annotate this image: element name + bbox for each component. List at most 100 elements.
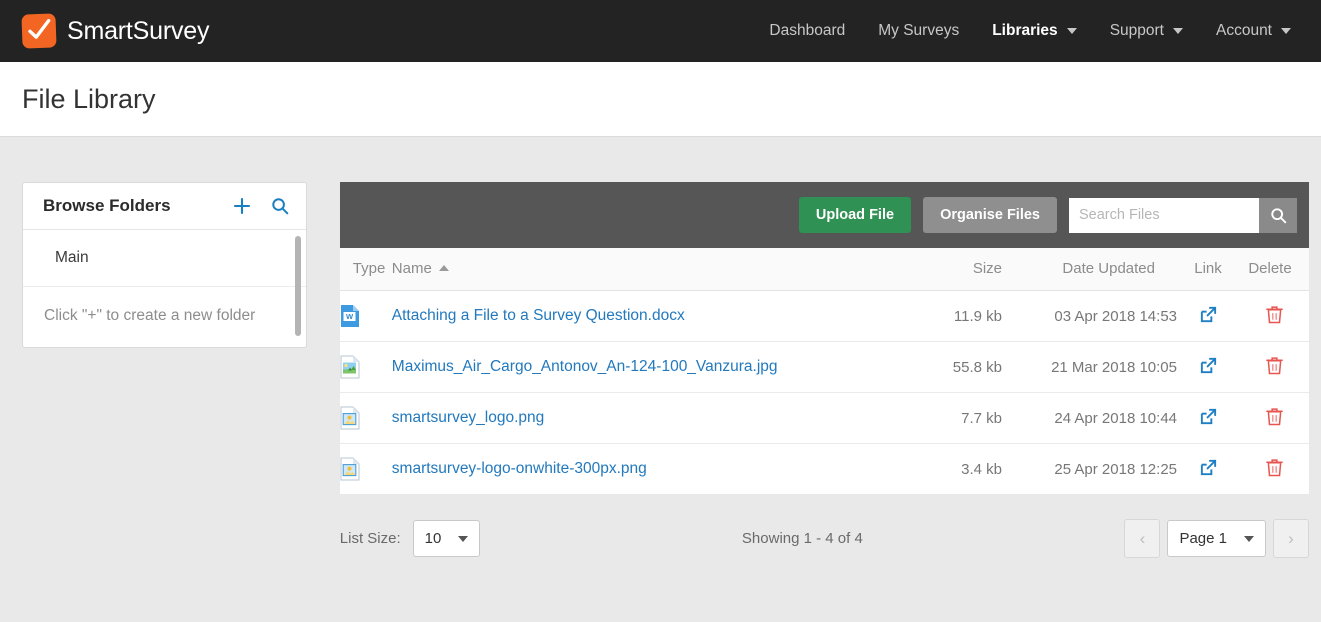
search-files-input[interactable] — [1069, 198, 1259, 233]
next-page-button[interactable]: › — [1273, 519, 1309, 558]
chevron-down-icon — [1281, 28, 1291, 34]
file-type-cell: W — [340, 291, 392, 342]
files-card: Upload File Organise Files Type Name — [340, 182, 1309, 558]
trash-icon[interactable] — [1266, 458, 1283, 477]
top-navigation-bar: SmartSurvey Dashboard My Surveys Librari… — [0, 0, 1321, 62]
nav-item-libraries[interactable]: Libraries — [992, 22, 1076, 40]
page-select[interactable]: Page 1 — [1167, 520, 1266, 557]
browse-folders-title: Browse Folders — [43, 196, 171, 216]
list-size-select[interactable]: 10 — [413, 520, 481, 557]
chevron-down-icon — [458, 536, 468, 542]
upload-file-button[interactable]: Upload File — [799, 197, 911, 233]
trash-icon[interactable] — [1266, 356, 1283, 375]
page-content: Browse Folders Main Click "+" — [0, 137, 1321, 558]
nav-item-dashboard[interactable]: Dashboard — [769, 22, 845, 40]
page-value: Page 1 — [1179, 530, 1227, 547]
list-size-group: List Size: 10 — [340, 520, 481, 557]
file-link-cell — [1177, 444, 1239, 495]
browse-folders-header: Browse Folders — [23, 183, 306, 230]
organise-files-button[interactable]: Organise Files — [923, 197, 1057, 233]
external-link-icon[interactable] — [1199, 356, 1218, 375]
file-type-cell — [340, 342, 392, 393]
list-size-label: List Size: — [340, 530, 401, 547]
external-link-icon[interactable] — [1199, 458, 1218, 477]
file-name-link[interactable]: Maximus_Air_Cargo_Antonov_An-124-100_Van… — [392, 358, 778, 375]
column-header-link: Link — [1177, 248, 1239, 291]
file-name-cell: Maximus_Air_Cargo_Antonov_An-124-100_Van… — [392, 342, 892, 393]
file-date-cell: 21 Mar 2018 10:05 — [1002, 342, 1177, 393]
table-header-row: Type Name Size Date Updated Link Delete — [340, 248, 1309, 291]
file-name-cell: smartsurvey-logo-onwhite-300px.png — [392, 444, 892, 495]
nav-label: Account — [1216, 22, 1272, 40]
search-icon[interactable] — [271, 197, 289, 215]
sort-ascending-icon — [439, 265, 449, 271]
file-link-cell — [1177, 291, 1239, 342]
files-table-body: W Attaching a File to a Survey Question.… — [340, 291, 1309, 495]
column-header-name[interactable]: Name — [392, 248, 892, 291]
file-delete-cell — [1239, 444, 1309, 495]
file-delete-cell — [1239, 393, 1309, 444]
file-name-cell: smartsurvey_logo.png — [392, 393, 892, 444]
files-footer: List Size: 10 Showing 1 - 4 of 4 ‹ Page … — [340, 494, 1309, 558]
brand-name: SmartSurvey — [67, 17, 209, 46]
checkmark-logo-icon — [21, 13, 56, 48]
search-submit-button[interactable] — [1259, 198, 1297, 233]
list-size-value: 10 — [425, 530, 442, 547]
file-link-cell — [1177, 342, 1239, 393]
file-link-cell — [1177, 393, 1239, 444]
file-size-cell: 3.4 kb — [892, 444, 1002, 495]
file-size-cell: 55.8 kb — [892, 342, 1002, 393]
table-row: smartsurvey-logo-onwhite-300px.png 3.4 k… — [340, 444, 1309, 495]
column-header-date-updated[interactable]: Date Updated — [1002, 248, 1177, 291]
file-size-cell: 7.7 kb — [892, 393, 1002, 444]
nav-label: Dashboard — [769, 22, 845, 40]
external-link-icon[interactable] — [1199, 407, 1218, 426]
svg-text:W: W — [346, 312, 354, 321]
page-title: File Library — [22, 84, 156, 115]
png-image-icon — [340, 457, 361, 481]
file-type-cell — [340, 393, 392, 444]
file-delete-cell — [1239, 342, 1309, 393]
file-delete-cell — [1239, 291, 1309, 342]
showing-count: Showing 1 - 4 of 4 — [742, 530, 863, 547]
folder-list: Main Click "+" to create a new folder — [23, 230, 306, 347]
file-name-link[interactable]: smartsurvey-logo-onwhite-300px.png — [392, 460, 647, 477]
browse-folders-actions — [233, 197, 289, 215]
file-date-cell: 25 Apr 2018 12:25 — [1002, 444, 1177, 495]
column-header-size[interactable]: Size — [892, 248, 1002, 291]
external-link-icon[interactable] — [1199, 305, 1218, 324]
chevron-down-icon — [1173, 28, 1183, 34]
files-table-header: Type Name Size Date Updated Link Delete — [340, 248, 1309, 291]
nav-item-my-surveys[interactable]: My Surveys — [878, 22, 959, 40]
column-header-type[interactable]: Type — [340, 248, 392, 291]
files-table: Type Name Size Date Updated Link Delete — [340, 248, 1309, 494]
folder-empty-hint: Click "+" to create a new folder — [23, 287, 306, 347]
file-date-cell: 24 Apr 2018 10:44 — [1002, 393, 1177, 444]
pagination: ‹ Page 1 › — [1124, 519, 1309, 558]
folder-list-scrollbar[interactable] — [295, 236, 301, 336]
file-type-cell — [340, 444, 392, 495]
trash-icon[interactable] — [1266, 407, 1283, 426]
column-header-name-label: Name — [392, 260, 432, 277]
previous-page-button[interactable]: ‹ — [1124, 519, 1160, 558]
browse-folders-panel: Browse Folders Main Click "+" — [22, 182, 307, 348]
chevron-down-icon — [1244, 536, 1254, 542]
plus-icon[interactable] — [233, 197, 251, 215]
nav-label: My Surveys — [878, 22, 959, 40]
trash-icon[interactable] — [1266, 305, 1283, 324]
nav-item-support[interactable]: Support — [1110, 22, 1183, 40]
nav-item-account[interactable]: Account — [1216, 22, 1291, 40]
folder-item-main[interactable]: Main — [23, 230, 306, 287]
folder-item-label: Main — [55, 249, 89, 266]
file-size-cell: 11.9 kb — [892, 291, 1002, 342]
file-name-link[interactable]: Attaching a File to a Survey Question.do… — [392, 307, 685, 324]
brand-logo[interactable]: SmartSurvey — [22, 14, 209, 48]
table-row: W Attaching a File to a Survey Question.… — [340, 291, 1309, 342]
table-row: Maximus_Air_Cargo_Antonov_An-124-100_Van… — [340, 342, 1309, 393]
table-row: smartsurvey_logo.png 7.7 kb 24 Apr 2018 … — [340, 393, 1309, 444]
file-name-cell: Attaching a File to a Survey Question.do… — [392, 291, 892, 342]
search-files-group — [1069, 198, 1297, 233]
jpg-image-icon — [340, 355, 361, 379]
file-name-link[interactable]: smartsurvey_logo.png — [392, 409, 545, 426]
files-toolbar: Upload File Organise Files — [340, 182, 1309, 248]
